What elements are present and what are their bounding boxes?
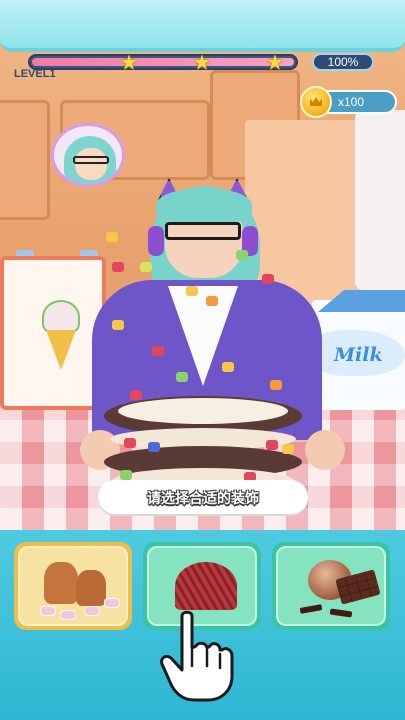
marshmallow-icon	[84, 606, 100, 616]
chocolate-shard-icon	[299, 604, 323, 614]
character-hand	[305, 430, 345, 470]
gummy-candy	[112, 320, 124, 330]
star-icon: ★	[266, 52, 284, 74]
decor-option-gingerbread[interactable]	[14, 542, 132, 630]
gummy-candy	[222, 362, 234, 372]
level-progress-fill	[32, 58, 294, 66]
marshmallow-icon	[60, 610, 76, 620]
character-bangs	[156, 188, 252, 222]
gummy-candy	[112, 262, 124, 272]
gummy-candy	[206, 296, 218, 306]
gummy-candy	[130, 390, 142, 400]
instruction-text: 请选择合适的装饰	[147, 490, 259, 506]
customer-avatar	[51, 123, 125, 187]
character-glasses	[165, 222, 241, 240]
gingerbread-icon	[44, 562, 78, 604]
gummy-candy	[270, 380, 282, 390]
marshmallow-icon	[40, 606, 56, 616]
gummy-candy	[186, 286, 198, 296]
gummy-candy	[152, 346, 164, 356]
gummy-candy	[140, 262, 152, 272]
gummy-candy	[262, 274, 274, 284]
cake-cream	[118, 398, 288, 424]
gummy-candy	[120, 470, 132, 480]
tutorial-hand-pointer-icon	[160, 610, 234, 702]
kitchen-scene: Milk	[0, 0, 405, 530]
gummy-candy	[236, 250, 248, 260]
gummy-candy	[282, 444, 294, 454]
level-label: LEVEL1	[14, 68, 56, 80]
character-headphone	[148, 226, 164, 256]
coin-icon	[300, 86, 332, 118]
gingerbread-icon	[76, 570, 106, 606]
star-icon: ★	[120, 52, 138, 74]
marshmallow-icon	[104, 598, 120, 608]
progress-percent: 100%	[312, 53, 374, 71]
level-progress-bar	[28, 54, 298, 70]
cabinet	[0, 100, 50, 220]
star-icon: ★	[193, 52, 211, 74]
chocolate-shard-icon	[329, 608, 353, 618]
chocolate-fan-icon	[175, 562, 237, 610]
gummy-candy	[106, 232, 118, 242]
fridge	[355, 110, 405, 290]
decor-option-chocolate-truffle[interactable]	[272, 542, 390, 630]
top-banner	[0, 0, 405, 52]
gummy-candy	[148, 442, 160, 452]
gummy-candy	[176, 372, 188, 382]
milk-label: Milk	[334, 344, 383, 366]
ice-cream-scoop	[42, 300, 80, 334]
gummy-candy	[124, 438, 136, 448]
gummy-candy	[266, 440, 278, 450]
instruction-bubble: 请选择合适的装饰	[98, 480, 308, 514]
